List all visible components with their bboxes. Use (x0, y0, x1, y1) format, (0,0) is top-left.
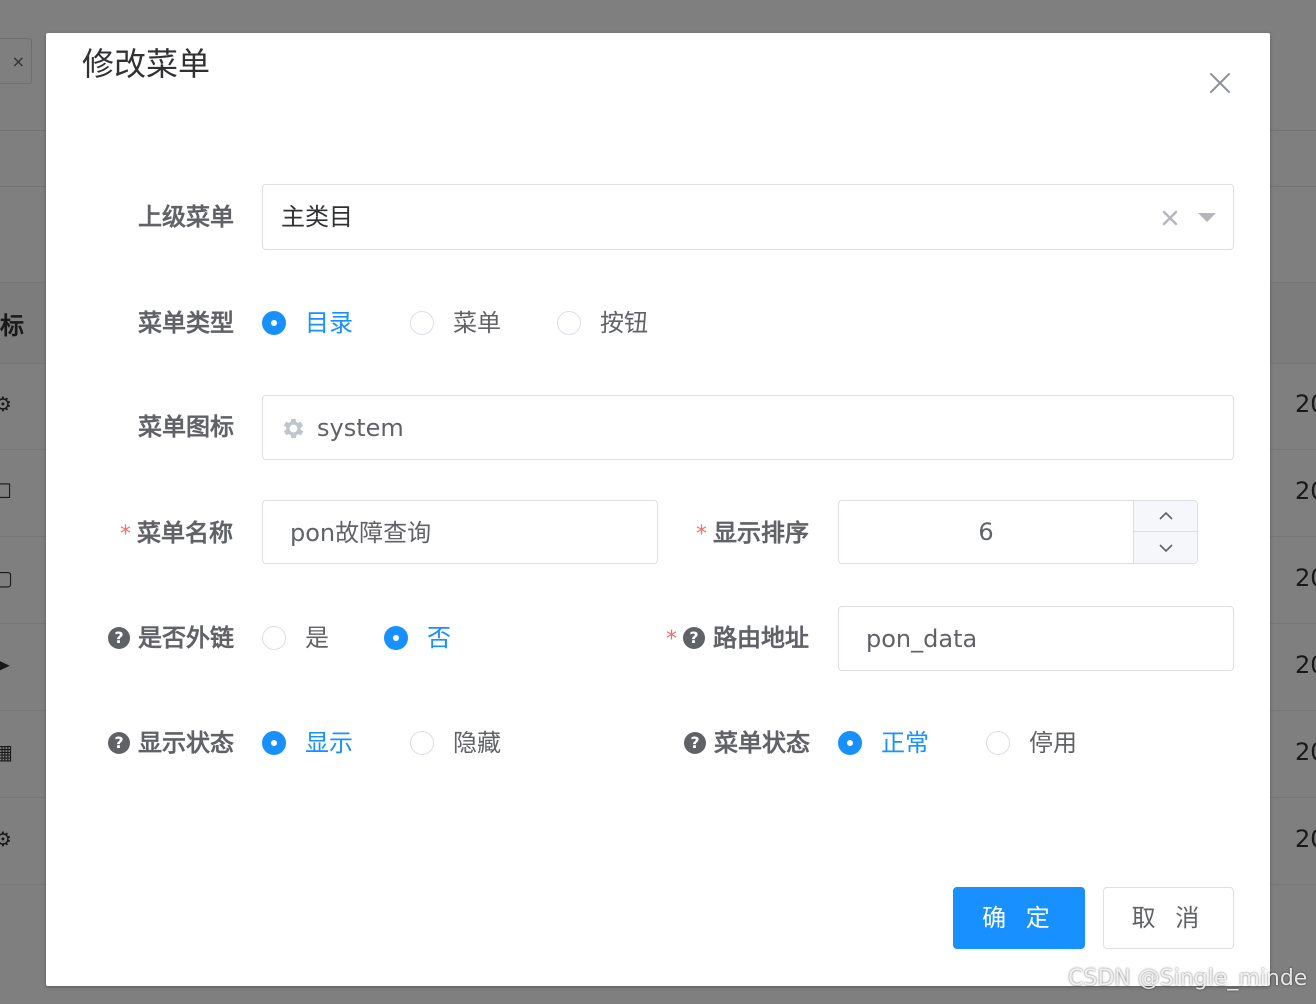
parent-menu-label-text: 上级菜单 (138, 203, 234, 231)
visible-radio-show[interactable]: 显示 (262, 727, 353, 759)
question-icon[interactable]: ? (108, 732, 130, 754)
external-link-label: ? 是否外链 (108, 622, 234, 654)
external-link-radio-yes[interactable]: 是 (262, 622, 329, 654)
status-label: ? 菜单状态 (684, 727, 810, 759)
external-link-radio-no[interactable]: 否 (384, 622, 451, 654)
menu-name-input[interactable]: pon故障查询 (262, 500, 658, 564)
radio-label: 显示 (305, 729, 353, 757)
radio-label: 否 (427, 624, 451, 652)
menu-type-radio-directory[interactable]: 目录 (262, 307, 353, 339)
display-order-label-text: 显示排序 (713, 519, 809, 547)
required-mark: * (696, 522, 707, 547)
dialog-title: 修改菜单 (82, 45, 211, 83)
chevron-down-icon (1158, 543, 1173, 552)
menu-icon-label-text: 菜单图标 (138, 413, 234, 441)
route-path-label-text: 路由地址 (713, 624, 809, 652)
menu-icon-input[interactable]: system (262, 395, 1234, 460)
route-path-input[interactable]: pon_data (838, 606, 1234, 671)
radio-label: 隐藏 (453, 729, 501, 757)
close-icon (1210, 73, 1230, 93)
parent-menu-value: 主类目 (281, 203, 353, 231)
radio-label: 菜单 (453, 309, 501, 337)
status-radio-disabled[interactable]: 停用 (986, 727, 1077, 759)
radio-label: 目录 (305, 309, 353, 337)
parent-menu-select[interactable]: 主类目 (262, 184, 1234, 250)
radio-circle-checked[interactable] (262, 311, 286, 335)
chevron-up-icon (1158, 511, 1173, 520)
watermark: CSDN @Single_minde (1068, 966, 1308, 991)
status-radio-normal[interactable]: 正常 (838, 727, 929, 759)
radio-label: 是 (305, 624, 329, 652)
menu-name-label-text: 菜单名称 (137, 519, 233, 547)
visible-radio-hide[interactable]: 隐藏 (410, 727, 501, 759)
display-order-label: * 显示排序 (696, 517, 809, 551)
edit-menu-dialog: 修改菜单 上级菜单 主类目 菜单类型 目录 菜单 按钮 菜单图标 system (46, 33, 1270, 986)
cancel-button[interactable]: 取 消 (1103, 887, 1234, 949)
clear-icon[interactable] (1161, 209, 1179, 227)
display-order-value: 6 (978, 518, 994, 546)
radio-label: 停用 (1029, 729, 1077, 757)
status-label-text: 菜单状态 (714, 729, 810, 757)
radio-circle-checked[interactable] (262, 731, 286, 755)
question-icon[interactable]: ? (683, 627, 705, 649)
radio-circle[interactable] (986, 731, 1010, 755)
radio-circle[interactable] (410, 311, 434, 335)
visible-label: ? 显示状态 (108, 727, 234, 759)
route-path-label: *? 路由地址 (666, 622, 809, 656)
menu-name-label: * 菜单名称 (120, 517, 233, 551)
stepper-buttons (1133, 501, 1197, 563)
radio-label: 按钮 (600, 309, 648, 337)
display-order-stepper[interactable]: 6 (838, 500, 1198, 564)
menu-type-label-text: 菜单类型 (138, 309, 234, 337)
route-path-value: pon_data (866, 625, 978, 653)
menu-type-radio-button[interactable]: 按钮 (557, 307, 648, 339)
caret-down-icon[interactable] (1197, 212, 1217, 224)
question-icon[interactable]: ? (684, 732, 706, 754)
menu-type-radio-menu[interactable]: 菜单 (410, 307, 501, 339)
external-link-label-text: 是否外链 (138, 624, 234, 652)
radio-circle-checked[interactable] (384, 626, 408, 650)
visible-label-text: 显示状态 (138, 729, 234, 757)
menu-name-value: pon故障查询 (290, 519, 432, 547)
close-button[interactable] (1206, 69, 1234, 97)
menu-type-label: 菜单类型 (138, 307, 234, 339)
confirm-button[interactable]: 确 定 (953, 887, 1085, 949)
decrease-button[interactable] (1134, 532, 1197, 563)
required-mark: * (666, 627, 677, 652)
increase-button[interactable] (1134, 501, 1197, 532)
parent-menu-label: 上级菜单 (138, 201, 234, 233)
radio-circle[interactable] (410, 731, 434, 755)
radio-circle[interactable] (557, 311, 581, 335)
menu-icon-label: 菜单图标 (138, 411, 234, 443)
radio-circle-checked[interactable] (838, 731, 862, 755)
required-mark: * (120, 522, 131, 547)
radio-label: 正常 (881, 729, 929, 757)
question-icon[interactable]: ? (108, 627, 130, 649)
menu-icon-value: system (317, 414, 404, 442)
radio-circle[interactable] (262, 626, 286, 650)
gear-icon (283, 418, 304, 439)
